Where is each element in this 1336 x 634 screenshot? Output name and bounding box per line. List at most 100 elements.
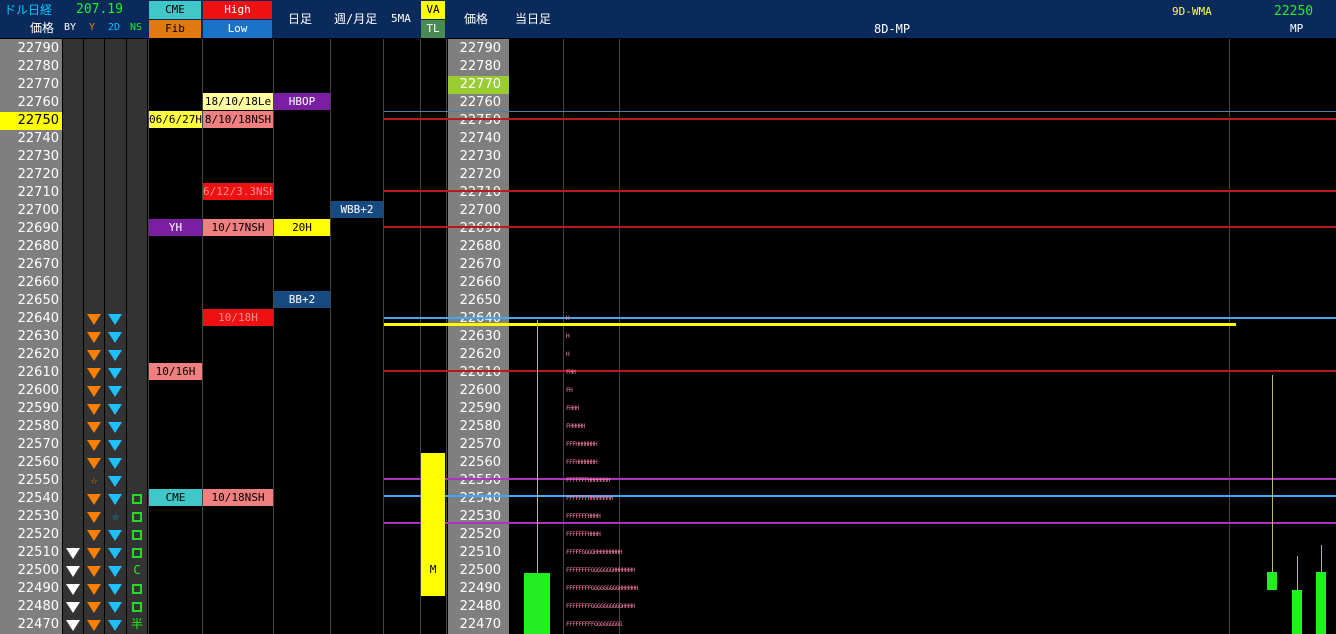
y-down-triangle-icon	[87, 422, 101, 433]
tpo-row: H	[566, 315, 570, 322]
y-down-triangle-icon	[87, 386, 101, 397]
price-cell: 22790	[459, 41, 501, 56]
col-ns-header: NS	[130, 22, 143, 33]
price-cell: 22520	[17, 527, 59, 542]
2d-down-triangle-icon	[108, 458, 122, 469]
y-down-triangle-icon	[87, 440, 101, 451]
tpo-row: FFFFFFFHHHHHHHH	[566, 495, 613, 502]
y-down-triangle-icon	[87, 602, 101, 613]
separator	[273, 39, 274, 634]
tpo-row: FFFFFFFHHHH	[566, 531, 601, 538]
ns-square-marker	[132, 602, 142, 612]
mp-candle-wick	[1297, 556, 1298, 590]
2d-down-triangle-icon	[108, 350, 122, 361]
price-cell: 22680	[459, 239, 501, 254]
price-cell: 22470	[459, 617, 501, 632]
price-cell: 22780	[17, 59, 59, 74]
price-cell: 22770	[17, 77, 59, 92]
y-down-triangle-icon	[87, 548, 101, 559]
price-cell: 22610	[459, 365, 501, 380]
2d-down-triangle-icon	[108, 476, 122, 487]
today-candle-wick	[537, 320, 538, 573]
price-cell: 22660	[459, 275, 501, 290]
separator	[202, 39, 203, 634]
cme-header: CME	[149, 1, 201, 19]
level-line-blue	[384, 495, 1336, 497]
y-down-triangle-icon	[87, 368, 101, 379]
by-down-triangle-icon	[66, 566, 80, 577]
price-cell: 22790	[17, 41, 59, 56]
price-cell: 22770	[448, 76, 509, 94]
price-cell: 22480	[17, 599, 59, 614]
2d-down-triangle-icon	[108, 620, 122, 631]
price-cell: 22550	[17, 473, 59, 488]
tpo-row: FFFFFFFFFGGGGGGGGG	[566, 621, 623, 628]
price-cell: 22600	[17, 383, 59, 398]
y-down-triangle-icon	[87, 566, 101, 577]
level-line-red	[384, 226, 1336, 228]
2d-down-triangle-icon	[108, 530, 122, 541]
price-cell: 22700	[17, 203, 59, 218]
price-cell: 22490	[17, 581, 59, 596]
by-down-triangle-icon	[66, 584, 80, 595]
2d-down-triangle-icon	[108, 494, 122, 505]
2d-down-triangle-icon	[108, 314, 122, 325]
mp-candle	[1292, 590, 1302, 634]
mp-candle-wick	[1272, 375, 1273, 572]
price-cell: 22480	[459, 599, 501, 614]
price-cell: 22670	[459, 257, 501, 272]
price-cell: 22530	[17, 509, 59, 524]
price-cell: 22590	[459, 401, 501, 416]
separator	[619, 39, 620, 634]
yh-label: YH	[149, 219, 202, 236]
level-line-magenta	[384, 478, 1336, 480]
price-cell: 22500	[459, 563, 501, 578]
ns-half-marker: 半	[130, 617, 143, 631]
high-1018nsh-label: 8/10/18NSH	[203, 111, 273, 128]
level-line-blue	[384, 317, 1336, 319]
price-cell: 22630	[459, 329, 501, 344]
price-cell: 22470	[17, 617, 59, 632]
weekly-monthly-header: 週/月足	[334, 12, 378, 26]
high-1018le-label: 18/10/18Le	[203, 93, 273, 110]
cme-label: CME	[149, 489, 202, 506]
mp-header: MP	[1290, 22, 1304, 35]
price-cell: 22540	[459, 491, 501, 506]
2d-down-triangle-icon	[108, 404, 122, 415]
mp-candle-wick	[1321, 545, 1322, 572]
price-cell: 22680	[17, 239, 59, 254]
ns-c-marker: C	[133, 563, 141, 577]
ns-square-marker	[132, 584, 142, 594]
mp-candle	[1267, 572, 1277, 590]
y-down-triangle-icon	[87, 314, 101, 325]
2d-down-triangle-icon	[108, 368, 122, 379]
y-down-triangle-icon	[87, 332, 101, 343]
by-down-triangle-icon	[66, 548, 80, 559]
tl-header: TL	[421, 20, 445, 38]
col-by-header: BY	[64, 22, 77, 33]
level-line-red	[384, 370, 1336, 372]
price-cell: 22740	[459, 131, 501, 146]
price-cell: 22560	[459, 455, 501, 470]
va-mid-label: M	[429, 563, 437, 576]
price-cell: 22520	[459, 527, 501, 542]
ns-square-marker	[132, 494, 142, 504]
col-y-header: Y	[89, 22, 96, 33]
price-cell: 22760	[17, 95, 59, 110]
tpo-row: FHH	[566, 369, 576, 376]
tpo-row: FHHH	[566, 405, 579, 412]
by-down-triangle-icon	[66, 620, 80, 631]
price-cell: 22650	[459, 293, 501, 308]
level-line-steel	[384, 111, 1336, 112]
tpo-row: FFFFFFFHHHH	[566, 513, 601, 520]
y-down-triangle-icon	[87, 512, 101, 523]
high-1018h-label: 10/18H	[203, 309, 273, 326]
2d-down-triangle-icon	[108, 422, 122, 433]
mp-8d-header: 8D-MP	[874, 22, 911, 36]
y-down-triangle-icon	[87, 530, 101, 541]
2d-down-triangle-icon	[108, 332, 122, 343]
by-down-triangle-icon	[66, 602, 80, 613]
price-cell: 22550	[459, 473, 501, 488]
price-cell: 22610	[17, 365, 59, 380]
price-cell: 22580	[17, 419, 59, 434]
